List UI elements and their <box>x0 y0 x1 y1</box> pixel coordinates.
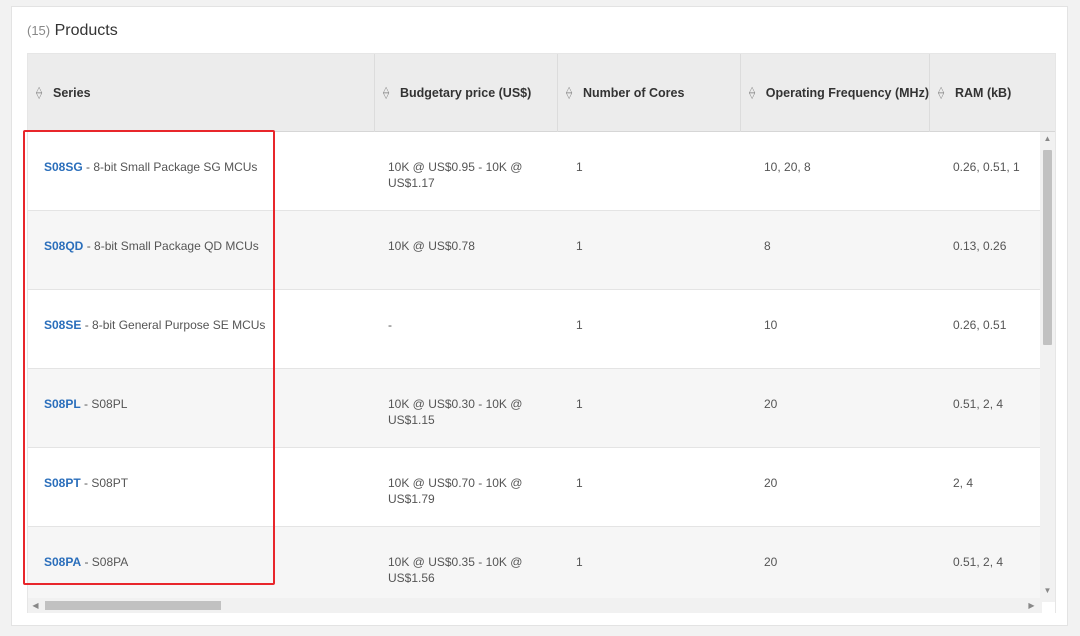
series-cell: S08PL - S08PL <box>44 396 127 412</box>
price-line: 10K @ US$0.95 - 10K @ <box>388 160 523 174</box>
ram-cell: 0.51, 2, 4 <box>953 555 1004 569</box>
ram-cell: 2, 4 <box>953 476 974 490</box>
products-table: △ ▽ Series △ ▽ Budgetary price (US$) △ ▽ Nu… <box>27 53 1056 613</box>
horizontal-scrollbar-thumb[interactable] <box>45 601 221 610</box>
column-header-label: Series <box>53 86 91 100</box>
products-count: (15) <box>27 23 51 38</box>
sort-icon[interactable]: △ ▽ <box>938 86 950 100</box>
ram-cell: 0.26, 0.51 <box>953 318 1007 332</box>
ram-cell: 0.51, 2, 4 <box>953 397 1004 411</box>
series-link[interactable]: S08PT <box>44 476 81 490</box>
column-header-price[interactable]: △ ▽ Budgetary price (US$) <box>375 54 558 132</box>
frequency-cell: 8 <box>764 239 771 253</box>
column-header-ram[interactable]: △ ▽ RAM (kB) <box>930 54 1055 132</box>
frequency-cell: 10, 20, 8 <box>764 160 811 174</box>
series-link[interactable]: S08QD <box>44 239 83 253</box>
chevron-right-icon[interactable]: ▶ <box>1024 598 1039 613</box>
vertical-scrollbar-thumb[interactable] <box>1043 150 1052 345</box>
sort-icon[interactable]: △ ▽ <box>566 86 578 100</box>
ram-cell: 0.26, 0.51, 1 <box>953 160 1020 174</box>
chevron-left-icon[interactable]: ◀ <box>28 598 43 613</box>
series-description: - S08PT <box>80 476 129 490</box>
series-link[interactable]: S08SE <box>44 318 81 332</box>
cores-cell: 1 <box>576 160 583 174</box>
sort-icon[interactable]: △ ▽ <box>383 86 395 100</box>
price-cell: 10K @ US$0.30 - 10K @ US$1.15 <box>388 396 522 428</box>
price-line: US$1.15 <box>388 413 435 427</box>
chevron-down-icon[interactable]: ▼ <box>1040 584 1055 598</box>
series-cell: S08PT - S08PT <box>44 475 128 491</box>
table-row: S08SG - 8-bit Small Package SG MCUs 10K … <box>28 132 1042 211</box>
series-link[interactable]: S08SG <box>44 160 83 174</box>
horizontal-scrollbar[interactable]: ◀ ▶ <box>28 598 1042 613</box>
price-line: US$1.79 <box>388 492 435 506</box>
series-description: - S08PL <box>80 397 128 411</box>
ram-cell: 0.13, 0.26 <box>953 239 1007 253</box>
products-panel: (15) Products △ ▽ Series △ ▽ Budgetary pri… <box>11 6 1068 626</box>
cores-cell: 1 <box>576 476 583 490</box>
price-line: 10K @ US$0.78 <box>388 239 475 253</box>
price-line: 10K @ US$0.70 - 10K @ <box>388 476 523 490</box>
sort-icon[interactable]: △ ▽ <box>36 86 48 100</box>
series-cell: S08QD - 8-bit Small Package QD MCUs <box>44 238 259 254</box>
table-row: S08QD - 8-bit Small Package QD MCUs 10K … <box>28 211 1042 290</box>
frequency-cell: 20 <box>764 397 778 411</box>
frequency-cell: 20 <box>764 555 778 569</box>
column-header-frequency[interactable]: △ ▽ Operating Frequency (MHz) <box>741 54 930 132</box>
table-row: S08PT - S08PT 10K @ US$0.70 - 10K @ US$1… <box>28 448 1042 527</box>
price-line: 10K @ US$0.35 - 10K @ <box>388 555 523 569</box>
series-description: - S08PA <box>81 555 129 569</box>
sort-icon[interactable]: △ ▽ <box>749 86 761 100</box>
vertical-scrollbar[interactable]: ▲ ▼ <box>1040 132 1055 602</box>
series-description: - 8-bit Small Package QD MCUs <box>83 239 259 253</box>
chevron-up-icon[interactable]: ▲ <box>1040 132 1055 146</box>
price-line: US$1.56 <box>388 571 435 585</box>
column-header-label: Operating Frequency (MHz) <box>765 86 929 100</box>
price-line: - <box>388 318 392 332</box>
series-description: - 8-bit General Purpose SE MCUs <box>81 318 266 332</box>
price-cell: 10K @ US$0.78 <box>388 238 475 254</box>
table-body: S08SG - 8-bit Small Package SG MCUs 10K … <box>28 132 1042 602</box>
cores-cell: 1 <box>576 397 583 411</box>
price-line: US$1.17 <box>388 176 435 190</box>
column-header-series[interactable]: △ ▽ Series <box>28 54 375 132</box>
cores-cell: 1 <box>576 555 583 569</box>
price-cell: - <box>388 317 392 333</box>
cores-cell: 1 <box>576 318 583 332</box>
series-cell: S08SE - 8-bit General Purpose SE MCUs <box>44 317 265 333</box>
column-header-label: RAM (kB) <box>955 86 1012 100</box>
products-heading: (15) Products <box>27 22 118 40</box>
column-header-cores[interactable]: △ ▽ Number of Cores <box>558 54 741 132</box>
table-header: △ ▽ Series △ ▽ Budgetary price (US$) △ ▽ Nu… <box>28 54 1055 132</box>
column-header-label: Number of Cores <box>583 86 685 100</box>
column-header-label: Budgetary price (US$) <box>400 86 532 100</box>
frequency-cell: 20 <box>764 476 778 490</box>
series-link[interactable]: S08PA <box>44 555 81 569</box>
price-cell: 10K @ US$0.95 - 10K @ US$1.17 <box>388 159 522 191</box>
price-line: 10K @ US$0.30 - 10K @ <box>388 397 523 411</box>
price-cell: 10K @ US$0.70 - 10K @ US$1.79 <box>388 475 522 507</box>
series-link[interactable]: S08PL <box>44 397 81 411</box>
table-row: S08PA - S08PA 10K @ US$0.35 - 10K @ US$1… <box>28 527 1042 602</box>
products-title: Products <box>54 22 118 39</box>
series-cell: S08PA - S08PA <box>44 554 128 570</box>
table-row: S08SE - 8-bit General Purpose SE MCUs - … <box>28 290 1042 369</box>
table-row: S08PL - S08PL 10K @ US$0.30 - 10K @ US$1… <box>28 369 1042 448</box>
price-cell: 10K @ US$0.35 - 10K @ US$1.56 <box>388 554 522 586</box>
cores-cell: 1 <box>576 239 583 253</box>
frequency-cell: 10 <box>764 318 778 332</box>
series-cell: S08SG - 8-bit Small Package SG MCUs <box>44 159 257 175</box>
series-description: - 8-bit Small Package SG MCUs <box>82 160 258 174</box>
